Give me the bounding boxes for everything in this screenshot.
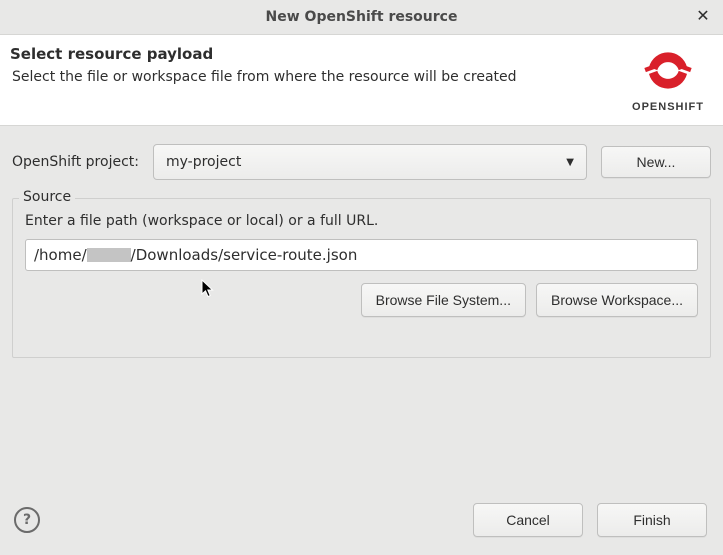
project-row: OpenShift project: my-project ▼ New... (12, 144, 711, 180)
dialog-body: OpenShift project: my-project ▼ New... S… (0, 126, 723, 491)
banner-text: Select resource payload Select the file … (10, 45, 627, 85)
browse-buttons-row: Browse File System... Browse Workspace..… (25, 283, 698, 317)
source-legend: Source (19, 189, 75, 205)
openshift-logo-label: OPENSHIFT (627, 101, 709, 113)
finish-button[interactable]: Finish (597, 503, 707, 537)
redacted-username (87, 248, 131, 262)
close-icon[interactable]: ✕ (693, 6, 713, 26)
footer: ? Cancel Finish (0, 491, 723, 555)
banner: Select resource payload Select the file … (0, 35, 723, 126)
window-title: New OpenShift resource (266, 9, 458, 25)
banner-heading: Select resource payload (10, 45, 627, 63)
dialog-window: New OpenShift resource ✕ Select resource… (0, 0, 723, 555)
source-path-input[interactable]: /home//Downloads/service-route.json (25, 239, 698, 271)
browse-filesystem-button[interactable]: Browse File System... (361, 283, 526, 317)
openshift-logo-icon (641, 47, 695, 97)
openshift-logo: OPENSHIFT (627, 47, 709, 113)
browse-workspace-button[interactable]: Browse Workspace... (536, 283, 698, 317)
banner-subtitle: Select the file or workspace file from w… (10, 69, 627, 85)
source-group: Source Enter a file path (workspace or l… (12, 198, 711, 358)
new-project-button[interactable]: New... (601, 146, 711, 178)
project-select-value: my-project (166, 154, 241, 170)
cancel-button[interactable]: Cancel (473, 503, 583, 537)
body-spacer (12, 368, 711, 481)
titlebar: New OpenShift resource ✕ (0, 0, 723, 35)
chevron-down-icon: ▼ (566, 157, 574, 168)
cursor-icon (201, 279, 217, 299)
help-icon[interactable]: ? (14, 507, 40, 533)
project-label: OpenShift project: (12, 154, 139, 170)
source-hint: Enter a file path (workspace or local) o… (25, 213, 698, 229)
project-select[interactable]: my-project ▼ (153, 144, 587, 180)
